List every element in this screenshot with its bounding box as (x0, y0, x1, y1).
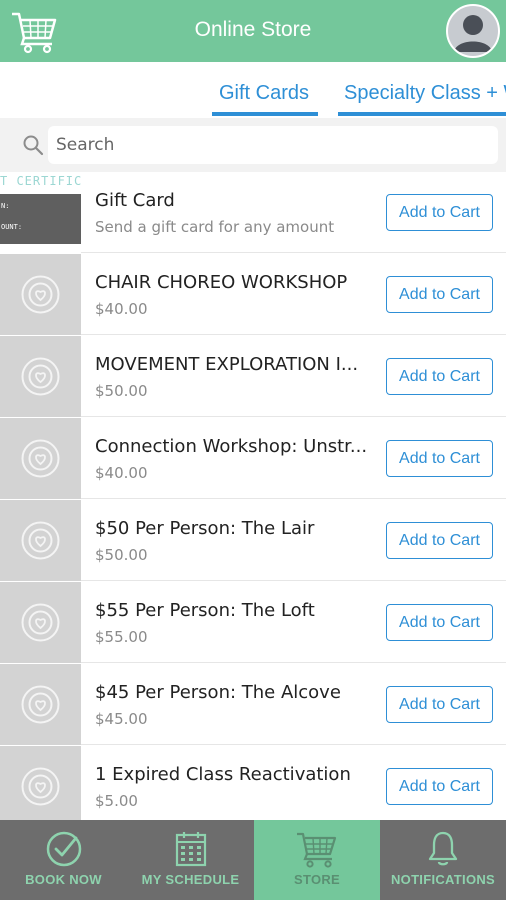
product-thumbnail (0, 336, 81, 417)
list-item[interactable]: CHAIR CHOREO WORKSHOP $40.00 Add to Cart (0, 254, 506, 335)
nav-notifications[interactable]: NOTIFICATIONS (380, 820, 506, 900)
item-price: $40.00 (95, 464, 148, 482)
nav-label: MY SCHEDULE (141, 872, 240, 887)
gift-card-thumb-line2: OUNT: (1, 223, 23, 231)
gift-card-thumbnail: T CERTIFIC N: OUNT: (0, 172, 81, 253)
page-title: Online Store (194, 18, 312, 41)
product-list: T CERTIFIC N: OUNT: Gift Card Send a gif… (0, 172, 506, 820)
check-circle-icon (46, 831, 81, 867)
product-thumbnail (0, 500, 81, 581)
list-item[interactable]: Connection Workshop: Unstr... $40.00 Add… (0, 418, 506, 499)
avatar[interactable] (446, 4, 500, 58)
add-to-cart-button[interactable]: Add to Cart (386, 358, 493, 395)
item-price: $50.00 (95, 382, 148, 400)
gift-card-thumb-panel: N: OUNT: (0, 194, 81, 244)
add-to-cart-button[interactable]: Add to Cart (386, 276, 493, 313)
item-title: $45 Per Person: The Alcove (95, 682, 341, 703)
add-to-cart-button[interactable]: Add to Cart (386, 604, 493, 641)
list-item[interactable]: MOVEMENT EXPLORATION I... $50.00 Add to … (0, 336, 506, 417)
list-item[interactable]: $55 Per Person: The Loft $55.00 Add to C… (0, 582, 506, 663)
nav-label: NOTIFICATIONS (390, 872, 496, 887)
logo-icon (21, 685, 60, 724)
item-title: Connection Workshop: Unstr... (95, 436, 368, 457)
nav-store[interactable]: STORE (254, 820, 380, 900)
product-thumbnail (0, 582, 81, 663)
tab-gift-cards[interactable]: Gift Cards (219, 82, 309, 105)
logo-icon (21, 521, 60, 560)
logo-icon (21, 357, 60, 396)
item-price: $45.00 (95, 710, 148, 728)
item-subtitle: Send a gift card for any amount (95, 218, 335, 236)
add-to-cart-button[interactable]: Add to Cart (386, 522, 493, 559)
search-icon (22, 134, 44, 156)
product-thumbnail (0, 418, 81, 499)
item-title: $50 Per Person: The Lair (95, 518, 315, 539)
search-input[interactable] (48, 126, 498, 164)
search-bar (0, 118, 506, 172)
gift-card-thumb-line1: N: (1, 202, 10, 210)
add-to-cart-button[interactable]: Add to Cart (386, 194, 493, 231)
list-item[interactable]: $45 Per Person: The Alcove $45.00 Add to… (0, 664, 506, 745)
tab-specialty-class-underline (338, 112, 506, 116)
nav-label: BOOK NOW (25, 872, 102, 887)
add-to-cart-button[interactable]: Add to Cart (386, 440, 493, 477)
product-thumbnail (0, 664, 81, 745)
logo-icon (21, 275, 60, 314)
nav-label: STORE (293, 872, 341, 887)
list-item[interactable]: T CERTIFIC N: OUNT: Gift Card Send a gif… (0, 172, 506, 253)
bottom-nav: BOOK NOW MY SCHEDULE STORE NOTIFICATIONS (0, 820, 506, 900)
item-price: $50.00 (95, 546, 148, 564)
logo-icon (21, 767, 60, 806)
item-price: $55.00 (95, 628, 148, 646)
tab-gift-cards-underline (212, 112, 318, 116)
logo-icon (21, 439, 60, 478)
list-item[interactable]: $50 Per Person: The Lair $50.00 Add to C… (0, 500, 506, 581)
item-title: CHAIR CHOREO WORKSHOP (95, 272, 348, 293)
bell-icon (428, 831, 458, 866)
logo-icon (21, 603, 60, 642)
gift-card-thumb-text: T CERTIFIC (0, 174, 81, 188)
item-title: MOVEMENT EXPLORATION I... (95, 354, 359, 375)
item-price: $5.00 (95, 792, 138, 810)
product-thumbnail (0, 746, 81, 820)
calendar-icon (175, 832, 206, 867)
add-to-cart-button[interactable]: Add to Cart (386, 686, 493, 723)
tab-specialty-class[interactable]: Specialty Class + W (344, 82, 506, 105)
item-title: $55 Per Person: The Loft (95, 600, 315, 621)
nav-book-now[interactable]: BOOK NOW (0, 820, 127, 900)
app-header: Online Store (0, 0, 506, 62)
item-title: 1 Expired Class Reactivation (95, 764, 351, 785)
item-price: $40.00 (95, 300, 148, 318)
nav-my-schedule[interactable]: MY SCHEDULE (127, 820, 254, 900)
cart-icon (297, 832, 337, 868)
add-to-cart-button[interactable]: Add to Cart (386, 768, 493, 805)
list-item[interactable]: 1 Expired Class Reactivation $5.00 Add t… (0, 746, 506, 820)
item-title: Gift Card (95, 190, 175, 211)
product-thumbnail (0, 254, 81, 335)
category-tabs: Gift Cards Specialty Class + W (0, 62, 506, 118)
